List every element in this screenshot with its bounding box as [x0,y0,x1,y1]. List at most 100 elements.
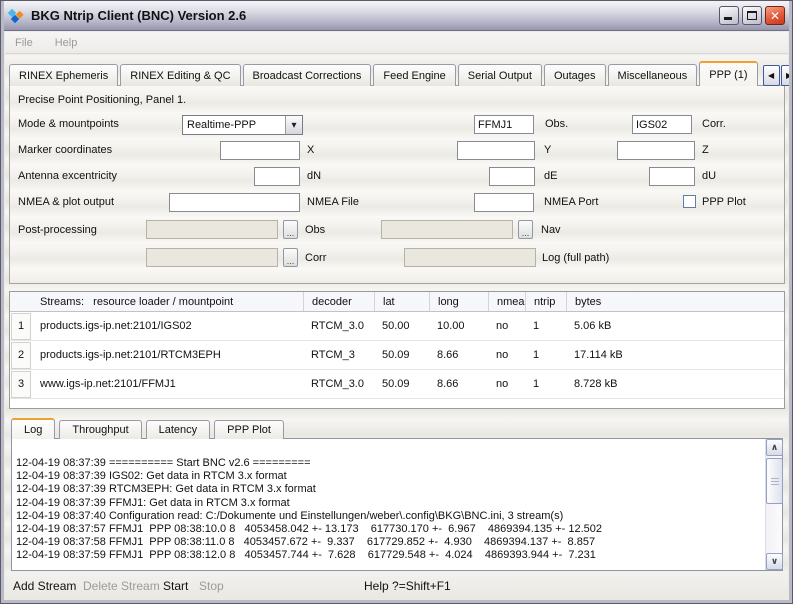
stream-lat: 50.09 [374,378,429,390]
marker-x-label: X [307,144,314,156]
scroll-down-icon[interactable]: ∨ [766,553,783,570]
log-line: 12-04-19 08:37:58 FFMJ1 PPP 08:38:11.0 8… [16,536,762,549]
titlebar[interactable]: BKG Ntrip Client (BNC) Version 2.6 ✕ [2,1,791,31]
stream-mountpoint: products.igs-ip.net:2101/IGS02 [32,320,303,332]
maximize-button[interactable] [742,6,762,25]
marker-x-input[interactable] [220,141,300,160]
close-button[interactable]: ✕ [765,6,785,25]
tab-rinex-ephemeris[interactable]: RINEX Ephemeris [9,64,118,86]
corr-mountpoint-input[interactable] [632,115,692,134]
stream-mountpoint: www.igs-ip.net:2101/FFMJ1 [32,378,303,390]
ppp-panel: Precise Point Positioning, Panel 1. Mode… [9,85,785,284]
stream-decoder: RTCM_3 [303,349,374,361]
row-number: 3 [11,371,31,398]
marker-z-label: Z [702,144,709,156]
obs-label: Obs. [545,118,568,130]
minimize-icon [724,17,732,20]
post-corr-browse-button[interactable]: ... [283,248,298,267]
post-corr-input [146,248,278,267]
tab-feed-engine[interactable]: Feed Engine [373,64,455,86]
tab-throughput[interactable]: Throughput [59,420,141,439]
ppp-plot-checkbox[interactable] [683,195,696,208]
post-log-input [404,248,536,267]
post-nav-label: Nav [541,224,561,236]
antenna-du-input[interactable] [649,167,695,186]
marker-coordinates-label: Marker coordinates [18,144,112,156]
chevron-down-icon[interactable]: ▾ [285,116,302,134]
tab-ppp-plot[interactable]: PPP Plot [214,420,284,439]
header-bytes[interactable]: bytes [566,292,784,311]
panel-caption: Precise Point Positioning, Panel 1. [18,94,186,106]
row-number: 1 [11,313,31,340]
obs-mountpoint-input[interactable] [474,115,534,134]
corr-label: Corr. [702,118,726,130]
log-line: 12-04-19 08:37:39 ========== Start BNC v… [16,457,762,470]
log-line: 12-04-19 08:37:40 Configuration read: C:… [16,510,762,523]
stream-row-1[interactable]: 1 products.igs-ip.net:2101/IGS02 RTCM_3.… [10,312,784,341]
tab-scroll-right-icon[interactable]: ▶ [781,65,793,86]
log-text: 12-04-19 08:37:39 ========== Start BNC v… [16,457,762,568]
antenna-de-input[interactable] [489,167,535,186]
tab-latency[interactable]: Latency [146,420,211,439]
nmea-plot-output-label: NMEA & plot output [18,196,114,208]
bnc-app-icon [8,8,26,24]
nmea-file-input[interactable] [169,193,300,212]
header-decoder[interactable]: decoder [303,292,374,311]
window-title: BKG Ntrip Client (BNC) Version 2.6 [31,8,246,23]
log-line: 12-04-19 08:37:39 IGS02: Get data in RTC… [16,470,762,483]
log-line: 12-04-19 08:37:59 FFMJ1 PPP 08:38:12.0 8… [16,549,762,562]
minimize-button[interactable] [719,6,739,25]
tab-miscellaneous[interactable]: Miscellaneous [608,64,698,86]
nmea-port-label: NMEA Port [544,196,598,208]
tab-broadcast-corrections[interactable]: Broadcast Corrections [243,64,372,86]
post-nav-browse-button[interactable]: ... [518,220,533,239]
tab-ppp-1[interactable]: PPP (1) [699,61,757,86]
marker-y-input[interactable] [457,141,535,160]
post-corr-label: Corr [305,252,326,264]
antenna-du-label: dU [702,170,716,182]
antenna-dn-input[interactable] [254,167,300,186]
stream-long: 8.66 [429,349,488,361]
tab-outages[interactable]: Outages [544,64,606,86]
post-processing-label: Post-processing [18,224,97,236]
tab-serial-output[interactable]: Serial Output [458,64,542,86]
stream-bytes: 5.06 kB [566,320,784,332]
streams-table: Streams: resource loader / mountpoint de… [9,291,785,409]
window-controls: ✕ [719,6,785,25]
stream-mountpoint: products.igs-ip.net:2101/RTCM3EPH [32,349,303,361]
nmea-port-input[interactable] [474,193,534,212]
tab-scroll-left-icon[interactable]: ◀ [763,65,780,86]
stream-decoder: RTCM_3.0 [303,320,374,332]
mode-combobox-value: Realtime-PPP [183,119,285,131]
add-stream-button[interactable]: Add Stream [13,579,76,593]
menu-file[interactable]: File [15,37,33,49]
menubar: File Help [5,32,788,54]
stream-row-2[interactable]: 2 products.igs-ip.net:2101/RTCM3EPH RTCM… [10,341,784,370]
scrollbar-thumb[interactable] [766,458,783,504]
marker-z-input[interactable] [617,141,695,160]
stream-row-3[interactable]: 3 www.igs-ip.net:2101/FFMJ1 RTCM_3.0 50.… [10,370,784,399]
post-nav-input [381,220,513,239]
mode-combobox[interactable]: Realtime-PPP ▾ [182,115,303,135]
header-long[interactable]: long [429,292,488,311]
start-button[interactable]: Start [163,579,188,593]
header-mountpoint[interactable]: Streams: resource loader / mountpoint [32,292,303,311]
nmea-file-label: NMEA File [307,196,359,208]
stream-long: 8.66 [429,378,488,390]
tab-rinex-editing-qc[interactable]: RINEX Editing & QC [120,64,240,86]
log-output: 12-04-19 08:37:39 ========== Start BNC v… [11,438,783,571]
header-nmea[interactable]: nmea [488,292,525,311]
header-lat[interactable]: lat [374,292,429,311]
log-scrollbar[interactable]: ∧ ∨ [765,439,782,570]
stream-bytes: 17.114 kB [566,349,784,361]
post-obs-browse-button[interactable]: ... [283,220,298,239]
tab-log[interactable]: Log [11,418,55,439]
delete-stream-button[interactable]: Delete Stream [83,579,160,593]
stop-button[interactable]: Stop [199,579,224,593]
scroll-up-icon[interactable]: ∧ [766,439,783,456]
header-ntrip[interactable]: ntrip [525,292,566,311]
stream-nmea: no [488,349,525,361]
row-number: 2 [11,342,31,369]
menu-help[interactable]: Help [55,37,78,49]
stream-ntrip: 1 [525,320,566,332]
